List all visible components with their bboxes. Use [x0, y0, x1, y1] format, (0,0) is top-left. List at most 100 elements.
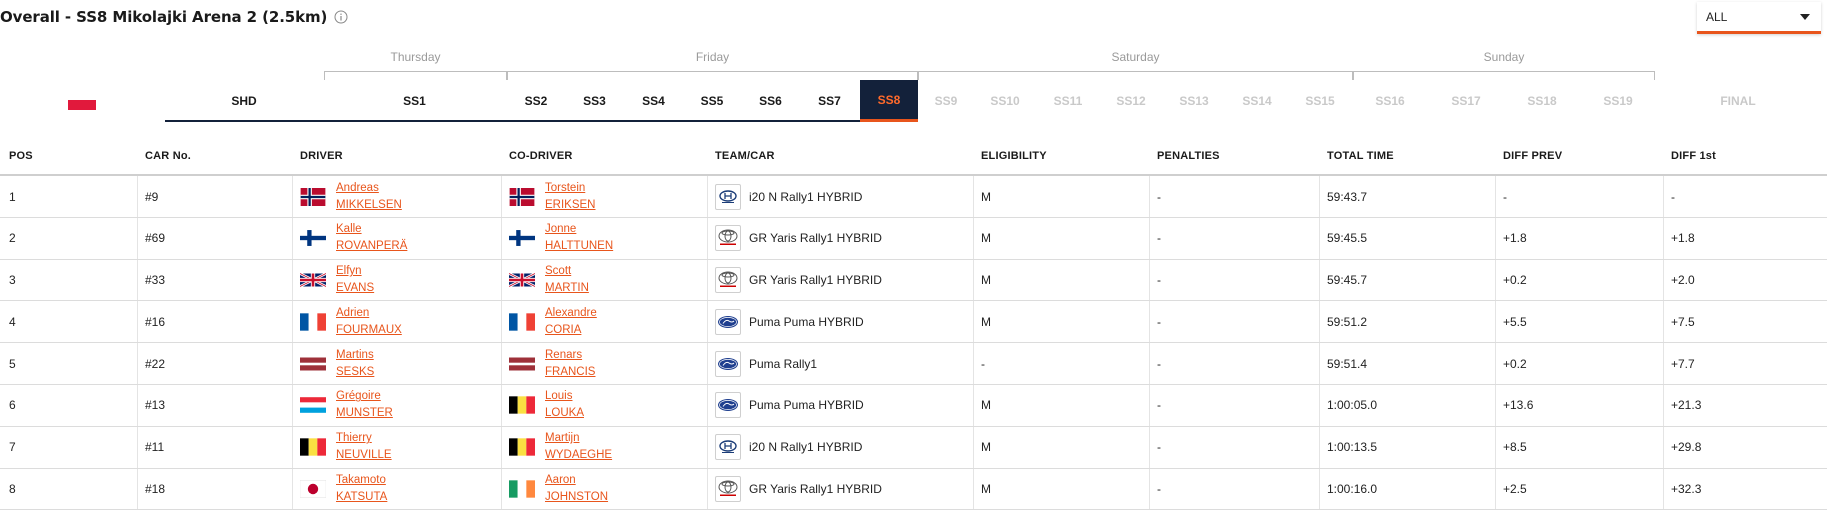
driver-last-name-link[interactable]: MIKKELSEN — [336, 197, 402, 214]
column-separator — [1495, 426, 1496, 468]
co-driver-first-name-link[interactable]: Scott — [545, 263, 589, 280]
cell-car-no: #18 — [145, 482, 166, 497]
co-driver-first-name-link[interactable]: Louis — [545, 388, 584, 405]
driver-last-name-link[interactable]: NEUVILLE — [336, 447, 392, 464]
tab-ss3[interactable]: SS3 — [565, 80, 624, 122]
column-separator — [137, 343, 138, 384]
toyota-logo — [715, 225, 741, 252]
team-car-name: Puma Puma HYBRID — [749, 398, 864, 413]
co-driver-flag-icon — [509, 229, 535, 247]
driver-first-name-link[interactable]: Martins — [336, 347, 374, 364]
cell-penalties: - — [1157, 273, 1161, 288]
column-separator — [1149, 217, 1150, 259]
col-pos: POS — [9, 150, 33, 162]
co-driver-last-name-link[interactable]: CORIA — [545, 322, 597, 339]
co-driver-first-name-link[interactable]: Jonne — [545, 221, 613, 238]
column-separator — [973, 343, 974, 384]
column-separator — [1319, 301, 1320, 343]
column-separator — [1663, 259, 1664, 301]
driver-first-name-link[interactable]: Adrien — [336, 305, 402, 322]
cell-pos: 2 — [9, 231, 16, 246]
co-driver-last-name-link[interactable]: FRANCIS — [545, 364, 595, 381]
table-row: 4 #16 Adrien FOURMAUX Alexandre CORIA Puma … — [0, 301, 1827, 344]
co-driver-first-name-link[interactable]: Torstein — [545, 180, 596, 197]
co-driver-last-name-link[interactable]: MARTIN — [545, 280, 589, 297]
cell-co-driver: Scott MARTIN — [509, 260, 589, 301]
cell-diff-1st: +1.8 — [1671, 231, 1695, 246]
column-separator — [501, 468, 502, 510]
co-driver-last-name-link[interactable]: JOHNSTON — [545, 489, 608, 506]
cell-total-time: 59:51.4 — [1327, 356, 1368, 371]
tab-ss4[interactable]: SS4 — [624, 80, 683, 122]
team-car-name: GR Yaris Rally1 HYBRID — [749, 273, 882, 288]
team-car-name: GR Yaris Rally1 HYBRID — [749, 231, 882, 246]
driver-flag-icon — [300, 271, 326, 289]
co-driver-first-name-link[interactable]: Martijn — [545, 430, 612, 447]
column-separator — [1495, 468, 1496, 510]
column-separator — [501, 259, 502, 301]
cell-car-no: #16 — [145, 314, 166, 329]
cell-total-time: 59:51.2 — [1327, 314, 1368, 329]
tab-ss8[interactable]: SS8 — [860, 80, 918, 122]
driver-first-name-link[interactable]: Grégoire — [336, 388, 393, 405]
tab-ss17: SS17 — [1451, 94, 1481, 108]
cell-co-driver: Alexandre CORIA — [509, 301, 597, 342]
column-separator — [1495, 259, 1496, 301]
filter-dropdown[interactable]: ALL — [1697, 2, 1821, 34]
driver-last-name-link[interactable]: ROVANPERÄ — [336, 238, 407, 255]
column-separator — [1319, 384, 1320, 426]
column-separator — [707, 426, 708, 468]
co-driver-last-name-link[interactable]: WYDAEGHE — [545, 447, 612, 464]
column-separator — [707, 217, 708, 259]
cell-car-no: #69 — [145, 231, 166, 246]
co-driver-last-name-link[interactable]: HALTTUNEN — [545, 238, 613, 255]
cell-pos: 8 — [9, 482, 16, 497]
driver-first-name-link[interactable]: Takamoto — [336, 472, 387, 489]
team-car-name: i20 N Rally1 HYBRID — [749, 189, 863, 204]
co-driver-first-name-link[interactable]: Renars — [545, 347, 595, 364]
driver-first-name-link[interactable]: Elfyn — [336, 263, 374, 280]
col-co-driver: CO-DRIVER — [509, 150, 573, 162]
table-row: 8 #18 Takamoto KATSUTA Aaron JOHNSTON GR Ya… — [0, 468, 1827, 511]
column-separator — [973, 259, 974, 301]
co-driver-last-name-link[interactable]: ERIKSEN — [545, 197, 596, 214]
day-sunday: Sunday — [1353, 50, 1655, 81]
driver-last-name-link[interactable]: SESKS — [336, 364, 374, 381]
tab-shd[interactable]: SHD — [165, 80, 323, 122]
chevron-down-icon — [1800, 14, 1810, 20]
cell-pos: 6 — [9, 398, 16, 413]
column-separator — [1663, 343, 1664, 384]
driver-first-name-link[interactable]: Kalle — [336, 221, 407, 238]
column-separator — [973, 176, 974, 217]
table-header: POS CAR No. DRIVER CO-DRIVER TEAM/CAR EL… — [0, 135, 1827, 176]
column-separator — [1149, 259, 1150, 301]
co-driver-last-name-link[interactable]: LOUKA — [545, 405, 584, 422]
column-separator — [137, 384, 138, 426]
co-driver-first-name-link[interactable]: Alexandre — [545, 305, 597, 322]
cell-car-no: #22 — [145, 356, 166, 371]
info-icon[interactable] — [334, 10, 348, 24]
tab-ss5[interactable]: SS5 — [683, 80, 741, 122]
team-car-name: Puma Puma HYBRID — [749, 314, 864, 329]
column-separator — [973, 384, 974, 426]
driver-first-name-link[interactable]: Thierry — [336, 430, 392, 447]
tab-ss7[interactable]: SS7 — [800, 80, 859, 122]
table-row: 2 #69 Kalle ROVANPERÄ Jonne HALTTUNEN GR Ya… — [0, 217, 1827, 260]
cell-diff-1st: +21.3 — [1671, 398, 1702, 413]
co-driver-first-name-link[interactable]: Aaron — [545, 472, 608, 489]
table-row: 5 #22 Martins SESKS Renars FRANCIS Puma Ral… — [0, 343, 1827, 385]
cell-team-car: Puma Puma HYBRID — [715, 301, 864, 342]
driver-last-name-link[interactable]: EVANS — [336, 280, 374, 297]
tab-ss2[interactable]: SS2 — [507, 80, 565, 122]
ford-logo — [715, 392, 741, 419]
tab-ss6[interactable]: SS6 — [741, 80, 800, 122]
tab-ss1[interactable]: SS1 — [323, 80, 506, 122]
driver-first-name-link[interactable]: Andreas — [336, 180, 402, 197]
cell-pos: 4 — [9, 314, 16, 329]
driver-last-name-link[interactable]: KATSUTA — [336, 489, 387, 506]
column-separator — [707, 384, 708, 426]
column-separator — [292, 468, 293, 510]
driver-last-name-link[interactable]: MUNSTER — [336, 405, 393, 422]
cell-diff-1st: +7.7 — [1671, 356, 1695, 371]
driver-last-name-link[interactable]: FOURMAUX — [336, 322, 402, 339]
